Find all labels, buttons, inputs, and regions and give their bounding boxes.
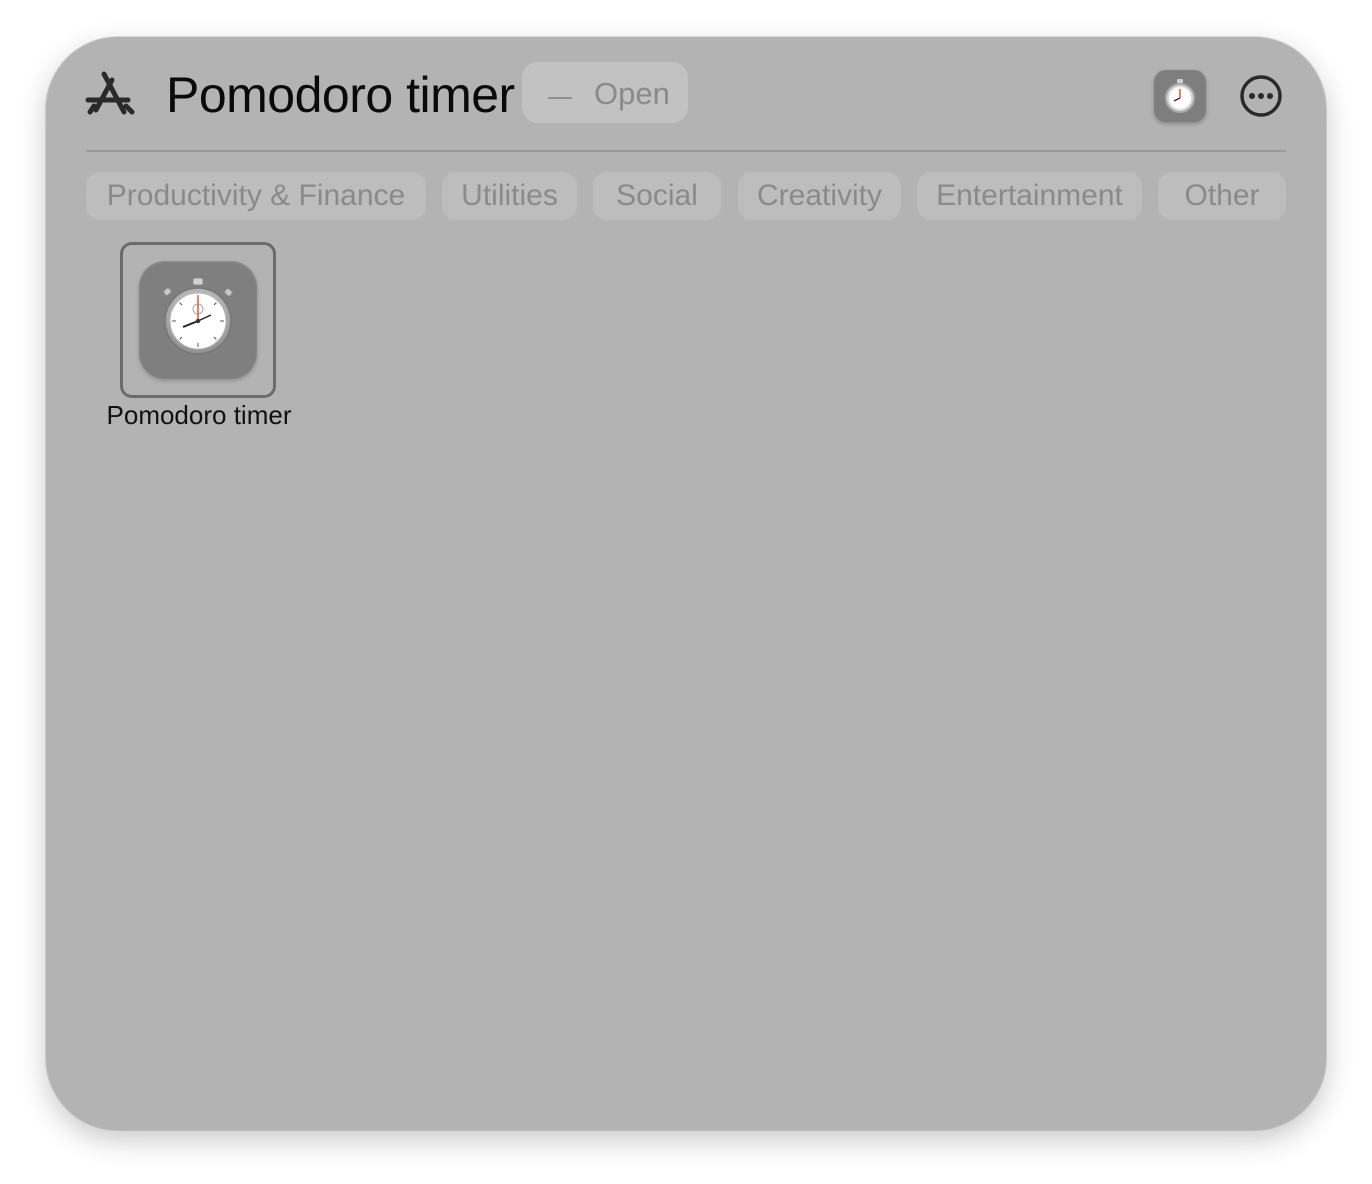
app-store-icon	[85, 71, 135, 115]
app-tile-pomodoro-timer[interactable]	[120, 242, 276, 398]
tab-productivity-finance[interactable]: Productivity & Finance	[86, 172, 426, 220]
stopwatch-icon	[163, 277, 233, 355]
widget-window: Pomodoro timer Open Productivity & Finan…	[46, 37, 1326, 1130]
app-icon	[139, 261, 257, 379]
tab-utilities[interactable]: Utilities	[442, 172, 577, 220]
tab-social[interactable]: Social	[593, 172, 721, 220]
ellipsis-circle-icon[interactable]	[1239, 74, 1283, 118]
tab-other[interactable]: Other	[1158, 172, 1286, 220]
app-tile-label: Pomodoro timer	[106, 400, 292, 430]
header-divider	[86, 150, 1286, 152]
minus-icon	[548, 97, 572, 99]
stopwatch-icon	[1165, 79, 1195, 113]
header: Pomodoro timer Open	[46, 37, 1326, 151]
open-button[interactable]: Open	[522, 62, 688, 123]
tab-entertainment[interactable]: Entertainment	[917, 172, 1142, 220]
app-thumbnail-button[interactable]	[1154, 70, 1206, 122]
app-title: Pomodoro timer	[166, 67, 515, 123]
tab-creativity[interactable]: Creativity	[738, 172, 901, 220]
open-button-label: Open	[594, 76, 670, 111]
